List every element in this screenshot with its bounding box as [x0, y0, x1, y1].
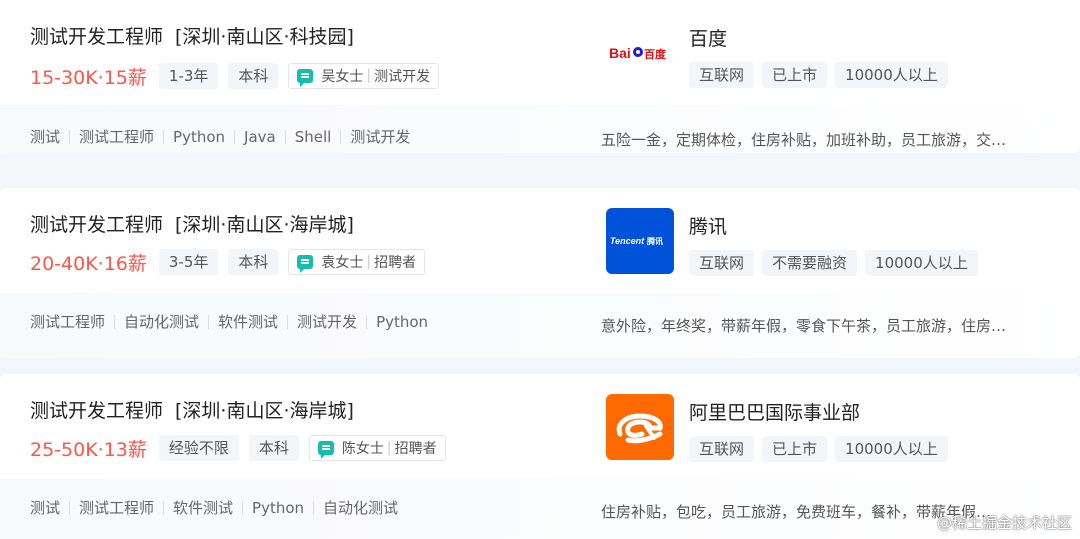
size-tag: 10000人以上	[865, 250, 978, 276]
funding-tag: 已上市	[762, 62, 828, 88]
chat-icon	[297, 69, 314, 87]
job-location: [深圳·南山区·海岸城]	[175, 214, 354, 236]
skill-tag: 测试开发	[287, 315, 366, 330]
industry-tag: 互联网	[689, 436, 755, 462]
job-title[interactable]: 测试开发工程师	[30, 26, 163, 48]
skill-tag: 软件测试	[208, 315, 287, 330]
salary: 20-40K·16薪	[30, 252, 147, 275]
alibaba-logo-graphic	[616, 413, 663, 444]
recruiter-role: 测试开发	[374, 69, 431, 85]
baidu-logo-graphic: Bai 百度	[609, 45, 667, 61]
job-info: 15-30K·15薪 1-3年 本科 吴女士 | 测试开发	[30, 62, 440, 90]
skill-tags: 测试 测试工程师 软件测试 Python 自动化测试	[30, 499, 407, 517]
chat-icon	[317, 441, 334, 459]
svg-text:百度: 百度	[644, 47, 667, 61]
job-list: 测试开发工程师 [深圳·南山区·科技园] 15-30K·15薪 1-3年 本科 吴…	[0, 0, 1080, 539]
job-title[interactable]: 测试开发工程师	[30, 214, 163, 236]
skill-tag: Python	[242, 501, 313, 516]
industry-tag: 互联网	[689, 250, 755, 276]
funding-tag: 不需要融资	[762, 250, 858, 276]
funding-tag: 已上市	[762, 436, 828, 462]
recruiter-role: 招聘者	[394, 441, 437, 457]
recruiter-chat-button[interactable]: 吴女士 | 测试开发	[288, 63, 440, 89]
salary: 15-30K·15薪	[30, 66, 147, 89]
company-tags: 互联网 已上市 10000人以上	[689, 62, 956, 88]
svg-text:Bai: Bai	[609, 45, 631, 61]
baidu-logo[interactable]: Bai 百度	[606, 20, 674, 86]
skill-tag: 自动化测试	[114, 315, 208, 330]
recruiter-chat-button[interactable]: 陈女士 | 招聘者	[308, 435, 446, 461]
benefits-text: 五险一金，定期体检，住房补贴，加班补助，员工旅游，交…	[601, 131, 1007, 149]
company-tags: 互联网 不需要融资 10000人以上	[689, 250, 986, 276]
job-info: 25-50K·13薪 经验不限 本科 陈女士 | 招聘者	[30, 434, 446, 462]
skill-tag: 自动化测试	[313, 501, 407, 516]
recruiter-name: 袁女士	[321, 255, 364, 271]
skill-tag: 软件测试	[163, 501, 242, 516]
svg-text:腾讯: 腾讯	[646, 236, 663, 246]
skill-tag: Shell	[284, 130, 341, 145]
card-footer: 测试工程师 自动化测试 软件测试 测试开发 Python 意外险，年终奖，带薪年…	[0, 293, 1080, 358]
company-name[interactable]: 腾讯	[689, 212, 727, 239]
job-title[interactable]: 测试开发工程师	[30, 400, 163, 422]
watermark: @稀土掘金技术社区	[936, 514, 1072, 532]
education-tag: 本科	[248, 435, 299, 461]
skill-tag: Java	[234, 130, 285, 145]
recruiter-chat-button[interactable]: 袁女士 | 招聘者	[288, 249, 426, 275]
skill-tag: Python	[163, 130, 234, 145]
job-location: [深圳·南山区·科技园]	[175, 26, 354, 48]
job-card[interactable]: 测试开发工程师 [深圳·南山区·海岸城] 25-50K·13薪 经验不限 本科 陈…	[0, 374, 1080, 539]
job-title-row[interactable]: 测试开发工程师 [深圳·南山区·科技园]	[30, 22, 354, 49]
skill-tag: 测试	[30, 128, 61, 146]
card-footer: 测试 测试工程师 软件测试 Python 自动化测试 住房补贴，包吃，员工旅游，…	[0, 479, 1080, 539]
job-title-row[interactable]: 测试开发工程师 [深圳·南山区·海岸城]	[30, 210, 354, 237]
skill-tag: Python	[366, 315, 437, 330]
job-card[interactable]: 测试开发工程师 [深圳·南山区·海岸城] 20-40K·16薪 3-5年 本科 袁…	[0, 188, 1080, 358]
job-card[interactable]: 测试开发工程师 [深圳·南山区·科技园] 15-30K·15薪 1-3年 本科 吴…	[0, 0, 1080, 153]
alibaba-logo[interactable]	[606, 394, 674, 460]
salary: 25-50K·13薪	[30, 438, 147, 461]
chat-icon	[297, 255, 314, 273]
card-footer: 测试 测试工程师 Python Java Shell 测试开发 五险一金，定期体…	[0, 105, 1080, 153]
company-name[interactable]: 阿里巴巴国际事业部	[689, 398, 860, 425]
company-name[interactable]: 百度	[689, 24, 727, 51]
education-tag: 本科	[228, 249, 279, 275]
skill-tag: 测试	[30, 499, 61, 517]
size-tag: 10000人以上	[835, 436, 948, 462]
experience-tag: 经验不限	[158, 435, 239, 461]
education-tag: 本科	[228, 63, 279, 89]
company-tags: 互联网 已上市 10000人以上	[689, 436, 956, 462]
size-tag: 10000人以上	[835, 62, 948, 88]
skill-tag: 测试工程师	[69, 130, 163, 145]
skill-tag: 测试工程师	[69, 501, 163, 516]
job-title-row[interactable]: 测试开发工程师 [深圳·南山区·海岸城]	[30, 396, 354, 423]
skill-tag: 测试开发	[340, 130, 419, 145]
skill-tag: 测试工程师	[30, 313, 106, 331]
experience-tag: 3-5年	[158, 249, 219, 275]
benefits-text: 意外险，年终奖，带薪年假，零食下午茶，员工旅游，住房…	[601, 317, 1007, 335]
experience-tag: 1-3年	[158, 63, 219, 89]
skill-tags: 测试 测试工程师 Python Java Shell 测试开发	[30, 128, 419, 146]
industry-tag: 互联网	[689, 62, 755, 88]
tencent-logo[interactable]: Tencent 腾讯	[606, 208, 674, 274]
recruiter-name: 陈女士	[341, 441, 384, 457]
skill-tags: 测试工程师 自动化测试 软件测试 测试开发 Python	[30, 313, 437, 331]
job-location: [深圳·南山区·海岸城]	[175, 400, 354, 422]
svg-text:Tencent: Tencent	[610, 236, 645, 246]
tencent-logo-graphic: Tencent 腾讯	[610, 236, 663, 246]
job-info: 20-40K·16薪 3-5年 本科 袁女士 | 招聘者	[30, 248, 426, 276]
recruiter-role: 招聘者	[374, 255, 417, 271]
recruiter-name: 吴女士	[321, 69, 364, 85]
